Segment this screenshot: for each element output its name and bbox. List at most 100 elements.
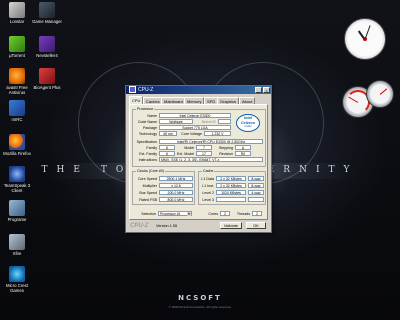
tab-memory[interactable]: Memory [184,97,205,104]
family-field: 6 [159,145,175,150]
desktop-icon-utorrent[interactable]: µTorrent [0,36,34,58]
desktop-icon-label: TeamSpeak 3 Client [3,183,31,193]
package-label: Package [143,126,157,130]
revision-field: R0 [235,151,251,156]
busspeed-field: 200.0 MHz [159,190,193,195]
cpuz-window: CPU-Z _ × CPU Caches Mainboard Memory SP… [125,85,272,233]
group-title: Cache [202,169,215,173]
ratedfsb-label: Rated FSB [139,198,157,202]
corevoltage-field: 1.232 V [204,131,231,136]
group-title: Clocks (Core #0) [136,169,165,173]
desktop-icon-programe[interactable]: Programe [0,200,34,222]
extmodel-label: Ext. Model [177,152,194,156]
lonstar-icon [9,2,25,18]
memory-meter-gadget[interactable] [366,80,394,108]
threads-field: 2 [252,211,262,216]
package-field: Socket 775 LGA [159,125,231,130]
busspeed-label: Bus Speed [139,191,157,195]
specification-field: Intel(R) Celeron(R) CPU E3300 @ 2.50GHz [159,139,263,144]
clocks-group: Clocks (Core #0) Core Speed 2500.1 MHz M… [132,169,195,205]
desktop-icon-label: mIRC [11,117,23,122]
intel-celeron-logo: intel Celeron inside [236,114,260,132]
desktop-icon-mirc[interactable]: mIRC [0,100,34,122]
clock-gadget[interactable] [344,18,386,60]
teamspeak-icon [9,166,25,182]
cpuz-titlebar[interactable]: CPU-Z _ × [126,86,271,94]
tab-caches[interactable]: Caches [143,97,163,104]
window-title: CPU-Z [138,87,154,93]
desktop-icon-xfire[interactable]: Xfire [0,234,34,256]
desktop-icon-nevsteller[interactable]: Nevsteller4 [30,36,64,58]
cores-field: 2 [220,211,230,216]
close-button[interactable]: × [263,87,270,93]
desktop-icon-bioagent[interactable]: BioAgent Plus [30,68,64,90]
name-field: Intel Celeron E3300 [159,113,231,118]
desktop-icon-firefox[interactable]: Mozilla Firefox [0,134,34,156]
meter-needle [379,88,388,95]
desktop-icon-label: Mozilla Firefox [3,151,31,156]
chevron-down-icon: ▼ [187,212,191,216]
l3-label: Level 3 [202,198,214,202]
nevsteller-icon [39,36,55,52]
codename-field: Wolfdale [159,119,193,124]
cache-group: Cache L1 Data 2 x 32 KBytes 8-way L1 Ins… [198,169,266,205]
desktop-icon-label: Lonstar [9,19,25,24]
mirc-icon [9,100,25,116]
micro-crest-icon [9,266,25,282]
technology-label: Technology [138,132,157,136]
brandid-field [218,119,231,124]
processor-select[interactable]: Processor #1 ▼ [158,211,192,216]
xfire-icon [9,234,25,250]
l1d-way-field: 8-way [248,176,264,181]
tab-about[interactable]: About [239,97,256,104]
desktop-icon-label: BioAgent Plus [33,85,61,90]
ok-button[interactable]: OK [246,222,266,229]
instructions-label: Instructions [138,158,157,162]
group-title: Processor [136,107,155,111]
extfamily-label: Ext. Family [139,152,157,156]
desktop-icon-game-manager[interactable]: Game Manager [30,2,64,24]
desktop-icon-label: Game Manager [32,19,62,24]
desktop-icon-label: Micro Crest Games [6,283,28,293]
desktop-icon-label: µTorrent [9,53,25,58]
stepping-field: A [235,145,251,150]
brandid-label: Brand ID [201,120,216,124]
l1i-way-field: 8-way [248,183,264,188]
specification-label: Specification [136,140,157,144]
desktop-icon-label: Nevsteller4 [36,53,58,58]
multiplier-field: x 12.5 [159,183,193,188]
extmodel-field: 17 [196,151,212,156]
l1i-field: 2 x 32 KBytes [216,183,246,188]
instructions-field: MMX, SSE (1, 2, 3, 3S), EM64T, VT-x [159,157,263,162]
minimize-button[interactable]: _ [255,87,262,93]
bioagent-icon [39,68,55,84]
desktop-icon-teamspeak[interactable]: TeamSpeak 3 Client [0,166,34,193]
utorrent-icon [9,36,25,52]
l2-way-field: 4-way [248,190,264,195]
technology-field: 45 nm [159,131,177,136]
name-label: Name [147,114,157,118]
firefox-icon [9,134,25,150]
desktop-icon-micro-crest[interactable]: Micro Crest Games [0,266,34,293]
version-label: Version 1.55 [156,224,178,228]
l2-label: Level 2 [202,191,214,195]
stepping-label: Stepping [218,146,233,150]
desktop-icon-lonstar[interactable]: Lonstar [0,2,34,24]
desktop-icon-label: avast! Free Antivirus [6,85,28,95]
cpu-tab-panel: Processor Name Intel Celeron E3300 Code … [129,104,268,220]
cores-label: Cores [208,212,218,216]
tab-graphics[interactable]: Graphics [217,97,240,104]
selection-label: Selection [141,212,156,216]
tab-mainboard[interactable]: Mainboard [161,97,186,104]
processor-group: Processor Name Intel Celeron E3300 Code … [132,107,266,167]
threads-label: Threads [236,212,250,216]
validate-button[interactable]: Validate [220,222,242,229]
l2-field: 1024 KBytes [216,190,246,195]
tab-cpu[interactable]: CPU [129,96,144,104]
desktop-icon-label: Programe [7,217,27,222]
programe-icon [9,200,25,216]
desktop-icon-avast[interactable]: avast! Free Antivirus [0,68,34,95]
corevoltage-label: Core Voltage [181,132,202,136]
l1d-field: 2 x 32 KBytes [216,176,246,181]
processor-select-value: Processor #1 [160,212,181,216]
